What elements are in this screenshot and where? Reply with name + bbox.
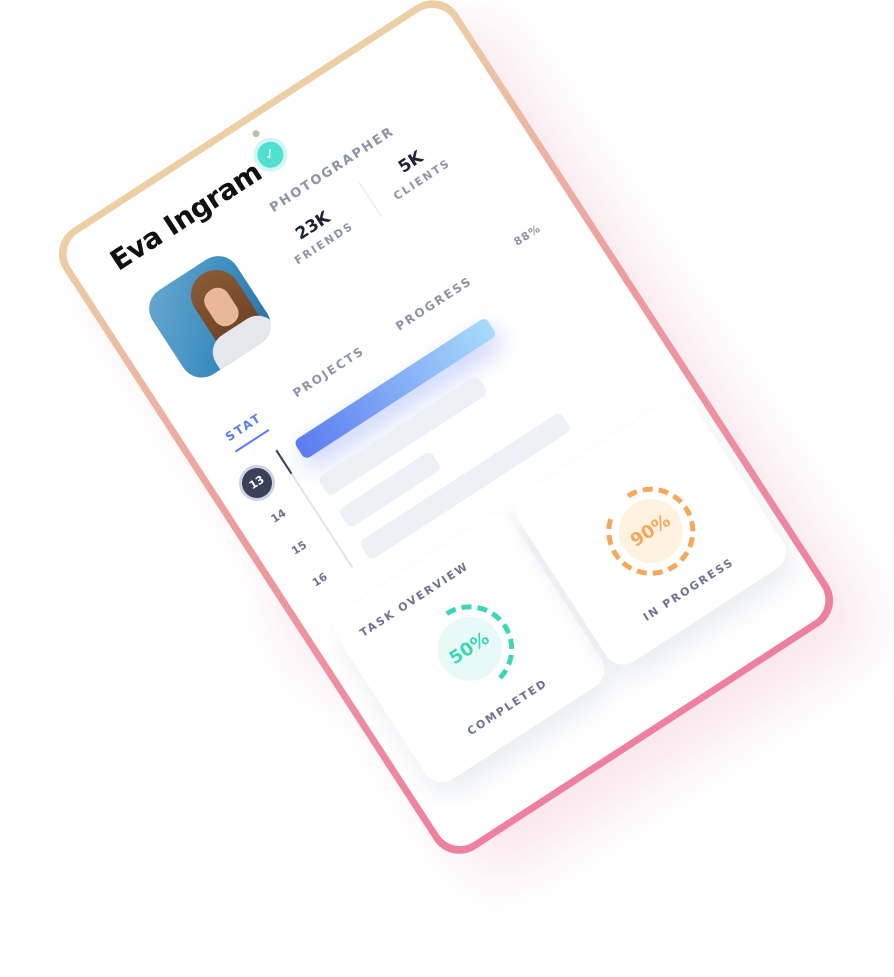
day-14[interactable]: 14: [261, 501, 297, 530]
phone-device: Eva Ingram ✓ PHOTOGRAPHER 23K FRIENDS 5K…: [47, 0, 845, 866]
stat-divider: [358, 181, 383, 218]
day-13[interactable]: 13: [236, 462, 278, 504]
stage: Eva Ingram ✓ PHOTOGRAPHER 23K FRIENDS 5K…: [0, 0, 894, 977]
friends-stat[interactable]: 23K FRIENDS: [279, 199, 356, 268]
progress-percent: 88%: [511, 221, 544, 249]
day-16[interactable]: 16: [302, 565, 338, 594]
profile-name: Eva Ingram: [104, 155, 268, 278]
avatar[interactable]: [140, 247, 280, 386]
clients-stat[interactable]: 5K CLIENTS: [378, 136, 453, 203]
day-15[interactable]: 15: [281, 533, 317, 562]
camera-dot: [251, 128, 261, 139]
tab-stat[interactable]: STAT: [222, 410, 270, 453]
phone-screen: Eva Ingram ✓ PHOTOGRAPHER 23K FRIENDS 5K…: [57, 0, 835, 856]
